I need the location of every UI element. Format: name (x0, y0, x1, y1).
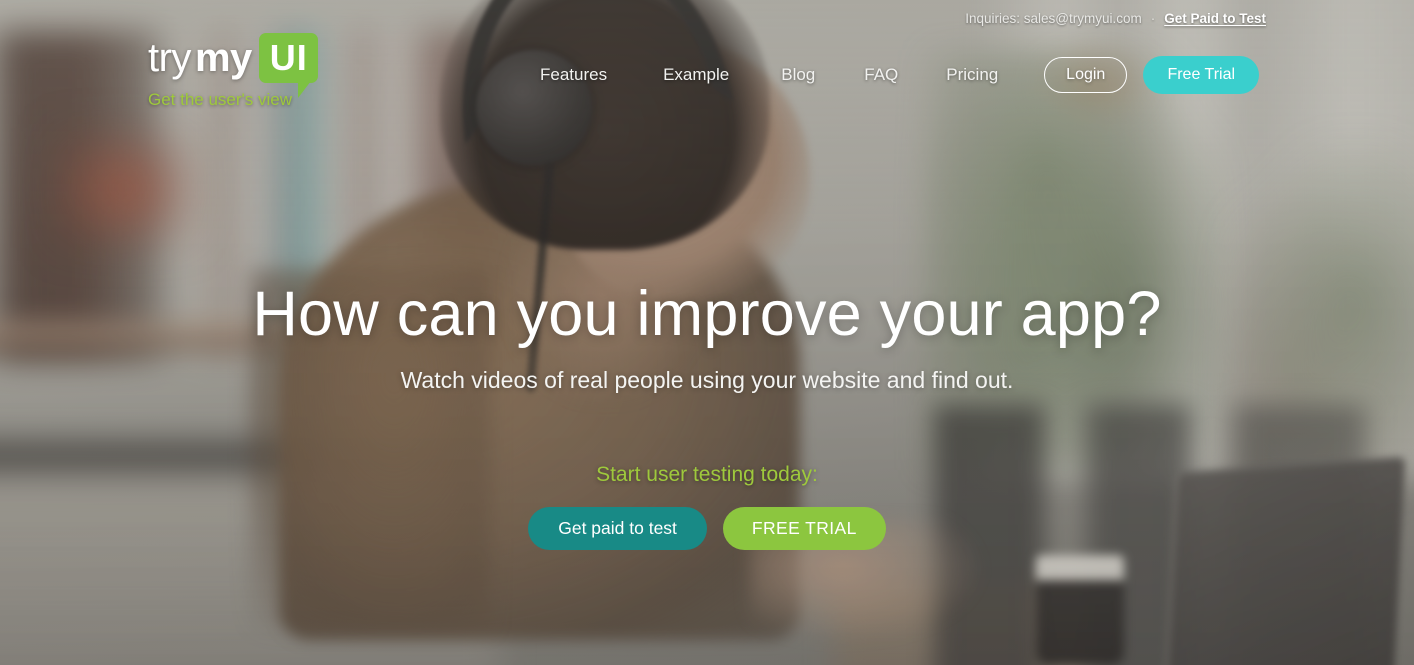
utility-separator: · (1150, 11, 1156, 26)
free-trial-button[interactable]: FREE TRIAL (722, 507, 886, 550)
login-button[interactable]: Login (1044, 57, 1128, 93)
get-paid-to-test-button[interactable]: Get paid to test (528, 507, 707, 550)
hero-section: Inquiries: sales@trymyui.com · Get Paid … (0, 0, 1414, 665)
logo-text-try: try (148, 36, 191, 80)
logo-wordmark: try my UI (148, 33, 318, 98)
logo-text-ui: UI (269, 37, 308, 78)
nav-item-pricing[interactable]: Pricing (946, 59, 998, 91)
get-paid-to-test-link[interactable]: Get Paid to Test (1164, 11, 1266, 26)
main-navigation: Features Example Blog FAQ Pricing Login … (540, 56, 1260, 94)
nav-item-faq[interactable]: FAQ (864, 59, 898, 91)
nav-item-blog[interactable]: Blog (781, 59, 815, 91)
utility-bar: Inquiries: sales@trymyui.com · Get Paid … (965, 11, 1266, 26)
cta-block: Start user testing today: Get paid to te… (0, 463, 1414, 550)
hero-subheadline: Watch videos of real people using your w… (400, 367, 1014, 393)
hero-copy: How can you improve your app? Watch vide… (0, 275, 1414, 394)
inquiries-text: Inquiries: sales@trymyui.com (965, 11, 1142, 26)
cta-kicker-text: Start user testing today: (596, 463, 818, 486)
background-red-object (50, 128, 200, 248)
page-title: How can you improve your app? (252, 279, 1162, 349)
logo-tagline: Get the user's view (148, 90, 293, 109)
nav-item-features[interactable]: Features (540, 59, 607, 91)
logo[interactable]: try my UI Get the user's view (148, 33, 318, 110)
nav-item-example[interactable]: Example (663, 59, 729, 91)
logo-text-my: my (194, 36, 252, 80)
background-coffee-cup (1036, 555, 1124, 665)
logo-speech-bubble-icon: UI (258, 33, 318, 98)
header-free-trial-button[interactable]: Free Trial (1143, 56, 1260, 94)
cta-button-group: Get paid to test FREE TRIAL (0, 507, 1414, 550)
